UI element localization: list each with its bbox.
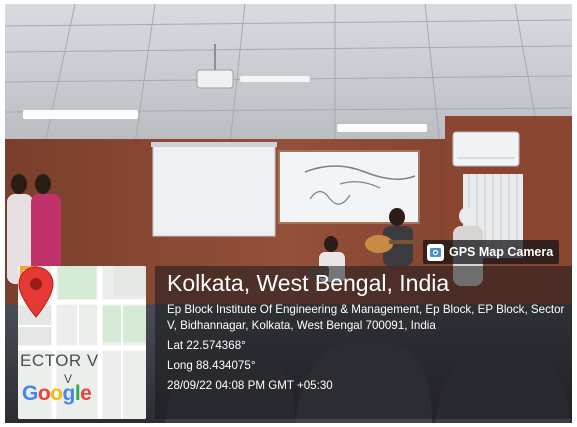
location-pin-icon bbox=[18, 266, 54, 318]
photo-frame: ECTOR V V Google GPS Map Camera Kolkata,… bbox=[5, 4, 572, 423]
gps-map-camera-icon bbox=[427, 243, 444, 261]
google-logo-letter: o bbox=[50, 382, 63, 405]
google-logo-letter: g bbox=[62, 382, 76, 405]
gps-map-camera-badge[interactable]: GPS Map Camera bbox=[423, 240, 560, 264]
location-title: Kolkata, West Bengal, India bbox=[167, 270, 450, 296]
google-logo-letter: o bbox=[37, 382, 51, 405]
google-logo: Google bbox=[22, 382, 92, 406]
latitude: Lat 22.574368° bbox=[167, 339, 246, 352]
longitude: Long 88.434075° bbox=[167, 359, 256, 372]
ceiling-light bbox=[240, 76, 310, 82]
google-logo-letter: G bbox=[22, 382, 38, 405]
timestamp: 28/09/22 04:08 PM GMT +05:30 bbox=[167, 379, 333, 392]
gps-map-camera-label: GPS Map Camera bbox=[449, 245, 554, 259]
air-conditioner bbox=[452, 131, 520, 167]
location-address: Ep Block Institute Of Engineering & Mana… bbox=[167, 303, 565, 332]
projection-screen bbox=[152, 143, 276, 237]
map-thumbnail[interactable]: ECTOR V V Google bbox=[18, 266, 146, 419]
ceiling-light bbox=[337, 124, 427, 132]
map-area-label: ECTOR V bbox=[20, 351, 99, 370]
ceiling-light bbox=[23, 110, 138, 119]
google-logo-letter: e bbox=[80, 382, 92, 405]
projector bbox=[196, 69, 234, 89]
